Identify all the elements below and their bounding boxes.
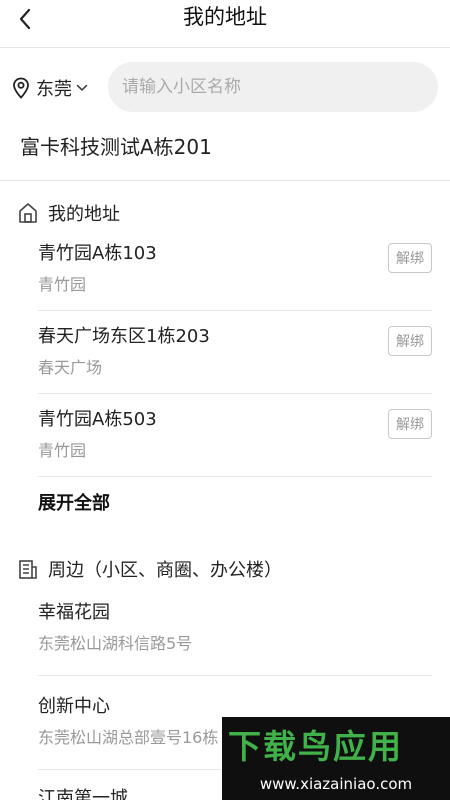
city-selector[interactable]: 东莞 <box>12 74 88 102</box>
nearby-address: 东莞松山湖科信路5号 <box>38 634 193 653</box>
item-divider <box>38 393 432 394</box>
address-item[interactable]: 青竹园A栋103 青竹园 解绑 <box>38 241 432 297</box>
chevron-down-icon <box>76 84 88 91</box>
unbind-button[interactable]: 解绑 <box>388 326 432 356</box>
address-item[interactable]: 青竹园A栋503 青竹园 解绑 <box>38 407 432 463</box>
nearby-name: 幸福花园 <box>38 602 110 623</box>
search-row: 东莞 <box>0 62 450 114</box>
section-divider <box>0 180 450 181</box>
unbind-button[interactable]: 解绑 <box>388 409 432 439</box>
address-community: 青竹园 <box>38 275 87 294</box>
address-name: 青竹园A栋503 <box>38 409 157 430</box>
item-divider <box>38 310 432 311</box>
nearby-item[interactable]: 幸福花园 东莞松山湖科信路5号 <box>38 600 432 656</box>
address-item[interactable]: 春天广场东区1栋203 春天广场 解绑 <box>38 324 432 380</box>
item-divider <box>38 675 432 676</box>
my-addresses-header: 我的地址 <box>18 200 120 226</box>
current-address: 富卡科技测试A栋201 <box>20 135 212 159</box>
watermark-url: www.xiazainiao.com <box>259 775 413 793</box>
watermark-logo: 下载鸟应用 www.xiazainiao.com <box>222 717 450 800</box>
nearby-header: 周边（小区、商圈、办公楼） <box>18 556 282 582</box>
location-pin-icon <box>13 77 29 99</box>
search-box[interactable] <box>108 62 438 112</box>
search-input[interactable] <box>122 77 422 97</box>
address-name: 青竹园A栋103 <box>38 243 157 264</box>
watermark-title: 下载鸟应用 <box>228 727 403 766</box>
address-community: 青竹园 <box>38 441 87 460</box>
address-community: 春天广场 <box>38 358 103 377</box>
expand-all-button[interactable]: 展开全部 <box>38 491 110 517</box>
unbind-button[interactable]: 解绑 <box>388 243 432 273</box>
city-name: 东莞 <box>36 79 72 100</box>
home-icon <box>19 203 37 223</box>
my-addresses-title: 我的地址 <box>48 204 120 225</box>
building-icon <box>19 560 37 579</box>
nearby-title: 周边（小区、商圈、办公楼） <box>48 560 282 581</box>
address-name: 春天广场东区1栋203 <box>38 326 210 347</box>
header-bar: 我的地址 <box>0 0 450 48</box>
page-title: 我的地址 <box>183 5 267 29</box>
item-divider <box>38 476 432 477</box>
